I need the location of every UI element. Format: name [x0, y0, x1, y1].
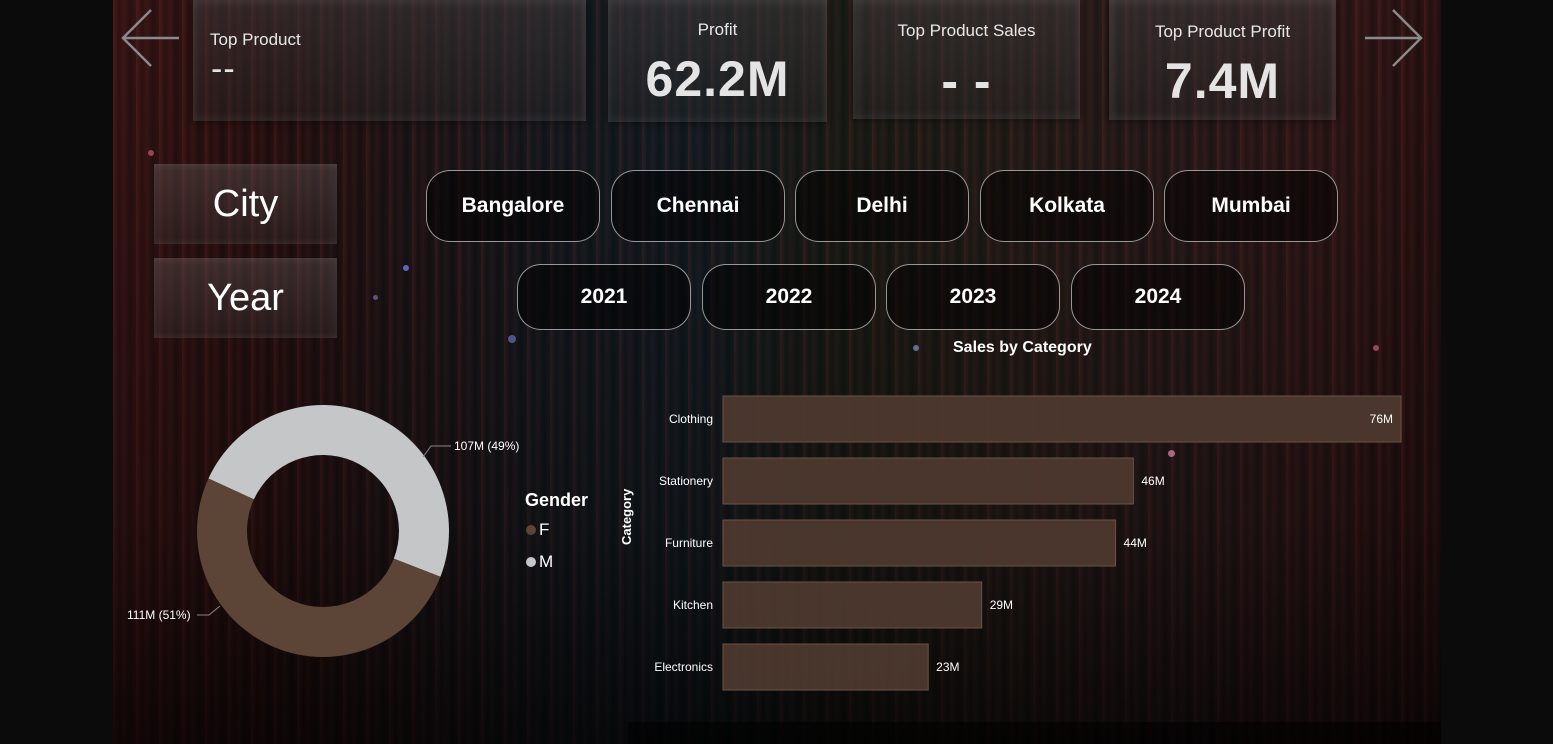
arrow-left-icon[interactable] [119, 8, 181, 68]
year-slicer-2022[interactable]: 2022 [702, 264, 876, 330]
legend-label: F [539, 520, 550, 539]
city-slicer-kolkata[interactable]: Kolkata [980, 170, 1154, 242]
city-slicer-bangalore[interactable]: Bangalore [426, 170, 600, 242]
kpi-card-top-product-profit: Top Product Profit 7.4M [1109, 0, 1336, 120]
legend-dot-female [526, 525, 536, 535]
bokeh-dot [913, 345, 919, 351]
data-label-female: 111M (51%) [127, 608, 191, 622]
year-filter-label: Year [154, 258, 337, 338]
bar-furniture[interactable] [722, 519, 1117, 567]
bar-data-label: 76M [1370, 412, 1393, 426]
bar-clothing[interactable] [722, 395, 1402, 443]
legend-label: M [539, 552, 554, 571]
kpi-card-top-product: Top Product -- [193, 0, 586, 121]
kpi-title: Profit [697, 20, 738, 39]
kpi-value: 62.2M [645, 51, 790, 107]
kpi-title: Top Product Profit [1154, 22, 1291, 41]
city-slicer-mumbai[interactable]: Mumbai [1164, 170, 1338, 242]
legend-title: Gender [525, 490, 589, 510]
legend-item-male[interactable]: M [526, 552, 553, 572]
kpi-card-top-product-sales: Top Product Sales - - [853, 0, 1080, 119]
city-filter-label: City [154, 164, 337, 244]
city-slicer-chennai[interactable]: Chennai [611, 170, 785, 242]
bar-data-label: 44M [1124, 536, 1147, 550]
kpi-title: Top Product Sales [897, 21, 1036, 40]
bar-stationery[interactable] [722, 457, 1134, 505]
leader-line [197, 605, 221, 616]
bar-data-label: 29M [990, 598, 1013, 612]
bar-electronics[interactable] [722, 643, 929, 691]
bokeh-dot [373, 295, 378, 300]
kpi-card-profit: Profit 62.2M [608, 0, 827, 122]
data-label-male: 107M (49%) [454, 439, 519, 453]
bokeh-dot [148, 150, 154, 156]
kpi-title: Top Product [210, 30, 301, 49]
kpi-value: - - [941, 53, 992, 109]
bar-data-label: 23M [936, 660, 959, 674]
year-slicer-2021[interactable]: 2021 [517, 264, 691, 330]
sales-by-category-chart: Clothing 76M Stationery 46M Furniture 44M Kitc… [654, 395, 1402, 691]
leader-line [422, 445, 451, 458]
kpi-value: -- [211, 50, 236, 88]
year-slicer-2024[interactable]: 2024 [1071, 264, 1245, 330]
city-slicer-delhi[interactable]: Delhi [795, 170, 969, 242]
legend-dot-male [526, 557, 536, 567]
category-tick-label: Stationery [659, 474, 713, 488]
bar-kitchen[interactable] [722, 581, 983, 629]
bottom-strip [628, 722, 1441, 744]
year-slicer-2023[interactable]: 2023 [886, 264, 1060, 330]
category-tick-label: Electronics [654, 660, 713, 674]
category-tick-label: Furniture [665, 536, 713, 550]
legend-item-female[interactable]: F [526, 520, 549, 540]
report-canvas: Top Product -- Profit 62.2M Top Product … [113, 0, 1441, 744]
kpi-value: 7.4M [1164, 53, 1281, 109]
category-tick-label: Kitchen [673, 598, 713, 612]
bokeh-dot [403, 265, 409, 271]
category-tick-label: Clothing [669, 412, 713, 426]
gender-donut-chart: 107M (49%) 111M (51%) [127, 404, 519, 657]
bar-data-label: 46M [1141, 474, 1164, 488]
bokeh-dot [1373, 345, 1379, 351]
chart-title: Sales by Category [953, 339, 1092, 356]
arrow-right-icon[interactable] [1363, 8, 1425, 68]
bokeh-dot [508, 335, 516, 343]
